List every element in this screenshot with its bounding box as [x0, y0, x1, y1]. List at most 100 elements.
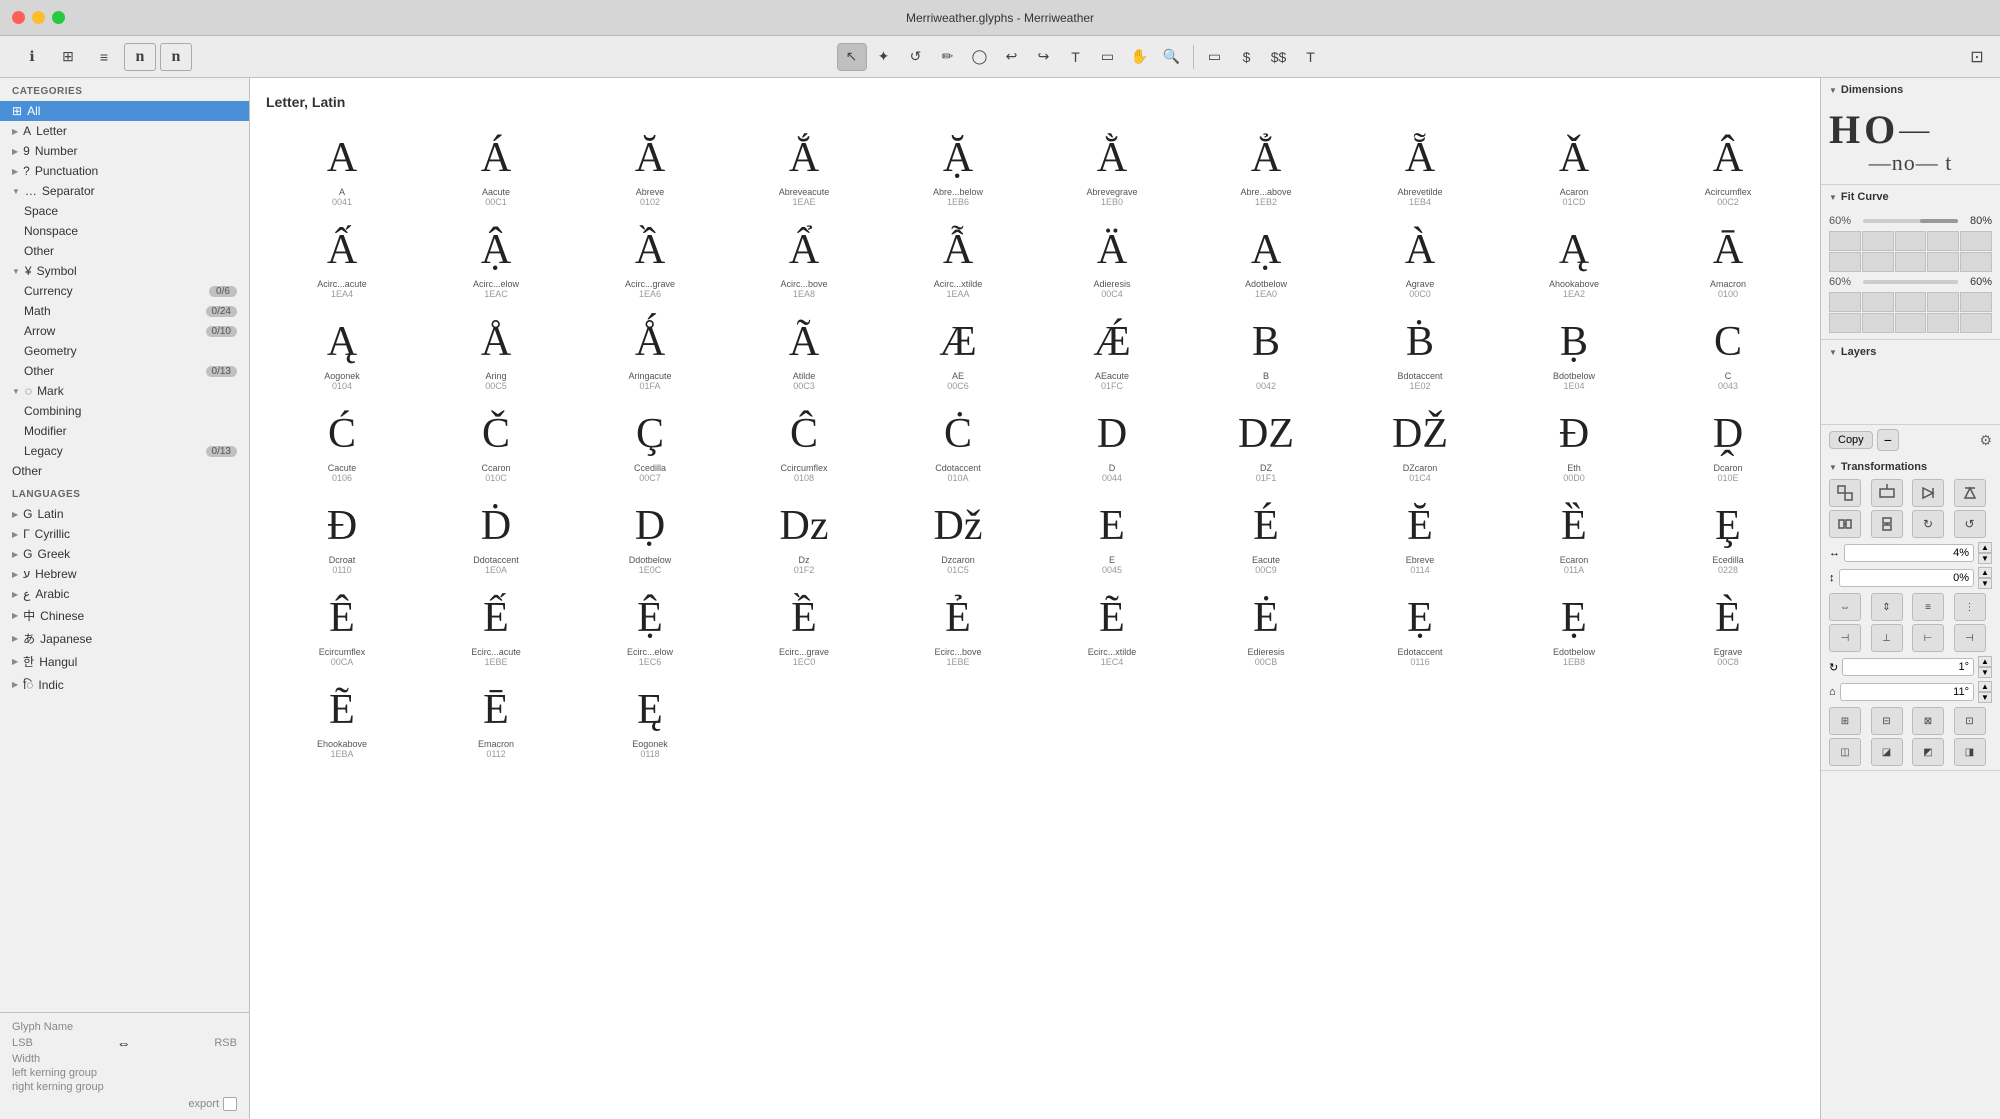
select-tool-button[interactable]: ↖ [837, 43, 867, 71]
glyph-cell[interactable]: ẼEcirc...xtilde1EC4 [1036, 582, 1188, 672]
sidebar-item-combining[interactable]: Combining [0, 401, 249, 421]
glyph-cell[interactable]: ḊDdotaccent1E0A [420, 490, 572, 580]
glyph-cell[interactable]: ĀAmacron0100 [1652, 214, 1804, 304]
scale-x-decrement[interactable]: ▼ [1978, 553, 1992, 564]
layers-header[interactable]: ▼ Layers [1821, 340, 2000, 364]
scale-x-increment[interactable]: ▲ [1978, 542, 1992, 553]
glyph-cell[interactable]: ẮAbreveacute1EAE [728, 122, 880, 212]
scale-y-increment[interactable]: ▲ [1978, 567, 1992, 578]
sidebar-item-latin[interactable]: ▶ G Latin [0, 504, 249, 524]
sidebar-item-other-sym[interactable]: Other 0/13 [0, 361, 249, 381]
glyph-cell[interactable]: ÂAcircumflex00C2 [1652, 122, 1804, 212]
transform-align-r[interactable]: ⊣ [1954, 624, 1986, 652]
glyph-cell[interactable]: ÆAE00C6 [882, 306, 1034, 396]
glyph-cell[interactable]: ÅAring00C5 [420, 306, 572, 396]
glyph-cell[interactable]: ĐDcroat0110 [266, 490, 418, 580]
glyph-cell[interactable]: ẨAcirc...bove1EA8 [728, 214, 880, 304]
glyph-cell[interactable]: ḌDdotbelow1E0C [574, 490, 726, 580]
rotate-increment[interactable]: ▲ [1978, 656, 1992, 667]
info-tool-button[interactable]: ℹ [16, 43, 48, 71]
transform-extra6[interactable]: ◪ [1871, 738, 1903, 766]
minimize-button[interactable] [32, 11, 45, 24]
preview-n-button[interactable]: n [124, 43, 156, 71]
transform-reflect-x[interactable]: ⇔ [1829, 593, 1861, 621]
glyph-cell[interactable]: EE0045 [1036, 490, 1188, 580]
sidebar-item-nonspace[interactable]: Nonspace [0, 221, 249, 241]
glyph-cell[interactable]: CC0043 [1652, 306, 1804, 396]
glyph-cell[interactable]: ĈCcircumflex0108 [728, 398, 880, 488]
node-tool-button[interactable]: ✦ [869, 43, 899, 71]
glyph-cell[interactable]: ẺEcirc...bove1EBE [882, 582, 1034, 672]
sidebar-item-japanese[interactable]: ▶ あ Japanese [0, 627, 249, 650]
transform-scale-x[interactable] [1829, 510, 1861, 538]
transform-extra2[interactable]: ⊟ [1871, 707, 1903, 735]
sidebar-item-currency[interactable]: Currency 0/6 [0, 281, 249, 301]
glyph-cell[interactable]: ĂAbreve0102 [574, 122, 726, 212]
transform-reflect-y[interactable]: ⇕ [1871, 593, 1903, 621]
remove-button[interactable]: − [1877, 429, 1899, 451]
glyph-cell[interactable]: ĖEdieresis00CB [1190, 582, 1342, 672]
transform-scale-y[interactable] [1871, 510, 1903, 538]
glyph-cell[interactable]: ḂBdotaccent1E02 [1344, 306, 1496, 396]
sidebar-item-geometry[interactable]: Geometry [0, 341, 249, 361]
gear-icon[interactable]: ⚙ [1979, 432, 1992, 449]
rotate-decrement[interactable]: ▼ [1978, 667, 1992, 678]
sidebar-item-greek[interactable]: ▶ G Greek [0, 544, 249, 564]
export-checkbox[interactable] [223, 1097, 237, 1111]
glyph-cell[interactable]: ǍAcaron01CD [1498, 122, 1650, 212]
metrics-tool-button[interactable]: ▭ [1200, 43, 1230, 71]
glyph-cell[interactable]: ĄAogonek0104 [266, 306, 418, 396]
scale-x-input[interactable] [1844, 544, 1974, 562]
sidebar-item-hangul[interactable]: ▶ 한 Hangul [0, 650, 249, 673]
list-view-button[interactable]: ≡ [88, 43, 120, 71]
transform-align-tl[interactable] [1829, 479, 1861, 507]
glyph-cell[interactable]: BB0042 [1190, 306, 1342, 396]
transform-dist-v[interactable]: ⊥ [1871, 624, 1903, 652]
transform-extra8[interactable]: ◨ [1954, 738, 1986, 766]
glyph-cell[interactable]: ǺAringacute01FA [574, 306, 726, 396]
transform-extra1[interactable]: ⊞ [1829, 707, 1861, 735]
glyph-cell[interactable]: ȨEcedilla0228 [1652, 490, 1804, 580]
glyph-cell[interactable]: ḄBdotbelow1E04 [1498, 306, 1650, 396]
glyph-cell[interactable]: ÁAacute00C1 [420, 122, 572, 212]
redo-button[interactable]: ↪ [1029, 43, 1059, 71]
scale-y-input[interactable] [1839, 569, 1975, 587]
sidebar-item-mark[interactable]: ▼ ◌ Mark [0, 381, 249, 401]
glyph-cell[interactable]: ÐEth00D0 [1498, 398, 1650, 488]
sidebar-item-math[interactable]: Math 0/24 [0, 301, 249, 321]
fit-60b-slider[interactable] [1863, 280, 1958, 284]
glyph-cell[interactable]: ÇCcedilla00C7 [574, 398, 726, 488]
transform-align-l[interactable]: ⊢ [1912, 624, 1944, 652]
rotate-tool-button[interactable]: ↺ [901, 43, 931, 71]
glyph-cell[interactable]: ÉEacute00C9 [1190, 490, 1342, 580]
type-tool-button[interactable]: T [1296, 43, 1326, 71]
sidebar-toggle-button[interactable]: ⊡ [1962, 43, 1992, 71]
scale-y-decrement[interactable]: ▼ [1978, 578, 1992, 589]
transform-center-h[interactable]: ≡ [1912, 593, 1944, 621]
text-tool-button[interactable]: T [1061, 43, 1091, 71]
sidebar-item-other[interactable]: Other [0, 461, 249, 481]
glyph-cell[interactable]: ẪAcirc...xtilde1EAA [882, 214, 1034, 304]
close-button[interactable] [12, 11, 25, 24]
hand-tool-button[interactable]: ✋ [1125, 43, 1155, 71]
sidebar-item-other-sep[interactable]: Other [0, 241, 249, 261]
sidebar-item-letter[interactable]: ▶ A Letter [0, 121, 249, 141]
transform-extra7[interactable]: ◩ [1912, 738, 1944, 766]
transform-align-tc[interactable] [1871, 479, 1903, 507]
glyph-cell[interactable]: ČCcaron010C [420, 398, 572, 488]
dimensions-header[interactable]: ▼ Dimensions [1821, 78, 2000, 102]
glyph-cell[interactable]: ÄAdieresis00C4 [1036, 214, 1188, 304]
glyph-cell[interactable]: DD0044 [1036, 398, 1188, 488]
zoom-tool-button[interactable]: 🔍 [1157, 43, 1187, 71]
glyph-cell[interactable]: ĔEbreve0114 [1344, 490, 1496, 580]
glyph-cell[interactable]: ẠAdotbelow1EA0 [1190, 214, 1342, 304]
copy-button[interactable]: Copy [1829, 431, 1873, 449]
rotate-input[interactable] [1842, 658, 1974, 676]
sidebar-item-cyrillic[interactable]: ▶ Г Cyrillic [0, 524, 249, 544]
sidebar-item-symbol[interactable]: ▼ ¥ Symbol [0, 261, 249, 281]
glyph-cell[interactable]: ẤAcirc...acute1EA4 [266, 214, 418, 304]
sidebar-item-legacy[interactable]: Legacy 0/13 [0, 441, 249, 461]
glyph-cell[interactable]: ÈEgrave00C8 [1652, 582, 1804, 672]
glyph-cell[interactable]: AA0041 [266, 122, 418, 212]
glyph-cell[interactable]: DŽDZcaron01C4 [1344, 398, 1496, 488]
